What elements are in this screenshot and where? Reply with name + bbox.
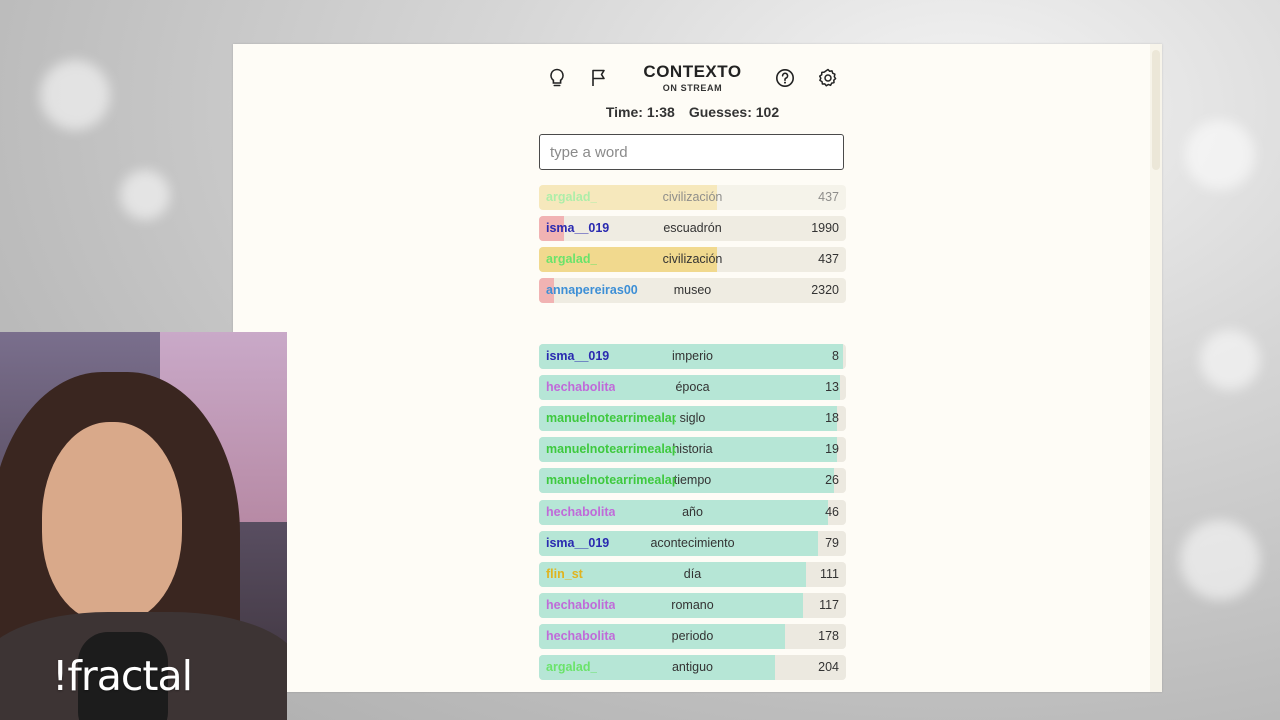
- guess-rank: 8: [832, 349, 839, 363]
- guess-username: manuelnotearrimealapared: [546, 411, 676, 426]
- guess-row: siglomanuelnotearrimealapared18: [539, 406, 846, 432]
- guess-row: antiguo argalad_ 204: [539, 655, 846, 680]
- guess-row: historiamanuelnotearrimealapared19: [539, 437, 846, 463]
- browser-viewport: CONTEXTO ON STREAM Time: 1:38 Guesses: 10…: [233, 44, 1162, 692]
- guess-username: argalad_: [546, 252, 598, 266]
- guess-rank: 46: [825, 504, 839, 519]
- guess-rank: 13: [825, 380, 839, 395]
- title-block: CONTEXTO ON STREAM: [539, 62, 846, 93]
- guess-rank: 117: [819, 597, 839, 612]
- guess-rank: 178: [818, 628, 839, 643]
- guess-username: hechabolita: [546, 380, 616, 395]
- guess-username: isma__019: [546, 535, 610, 550]
- channel-logo: !fractal: [52, 652, 193, 700]
- guess-row: escuadrón isma__019 1990: [539, 216, 846, 241]
- guess-row: tiempomanuelnotearrimealapared26: [539, 468, 846, 494]
- guess-rank: 26: [825, 473, 839, 488]
- contexto-game: CONTEXTO ON STREAM Time: 1:38 Guesses: 10…: [539, 44, 846, 680]
- guess-rank: 18: [825, 411, 839, 426]
- game-title: CONTEXTO: [643, 62, 742, 81]
- help-icon[interactable]: [771, 64, 799, 92]
- scrollbar[interactable]: [1150, 44, 1162, 692]
- time-counter: Time: 1:38: [605, 104, 675, 120]
- guess-row: época hechabolita 13: [539, 375, 846, 401]
- guess-username: argalad_: [546, 190, 598, 204]
- game-stats: Time: 1:38 Guesses: 102: [539, 104, 846, 120]
- guess-rank: 79: [825, 535, 839, 550]
- guess-row: civilización argalad_ 437: [539, 247, 846, 272]
- guess-username: manuelnotearrimealapared: [546, 473, 676, 488]
- guess-username: manuelnotearrimealapared: [546, 442, 676, 457]
- guess-row: romano hechabolita 117: [539, 592, 846, 618]
- guess-rank: 437: [818, 190, 839, 204]
- guess-rank: 19: [825, 442, 839, 457]
- guess-rank: 204: [818, 660, 839, 674]
- game-header: CONTEXTO ON STREAM: [539, 44, 846, 108]
- guess-row: año hechabolita 46: [539, 499, 846, 525]
- guess-username: annapereiras00: [546, 283, 638, 297]
- guess-rank: 1990: [811, 221, 839, 235]
- guess-row: día flin_st 111: [539, 561, 846, 587]
- guess-username: isma__019: [546, 349, 610, 363]
- guess-rank: 111: [819, 566, 839, 581]
- word-input[interactable]: [539, 134, 844, 170]
- guess-username: flin_st: [546, 566, 583, 581]
- guess-row: civilización argalad_ 437: [539, 185, 846, 210]
- guess-username: hechabolita: [546, 597, 616, 612]
- guess-rank: 2320: [811, 283, 839, 297]
- scrollbar-thumb[interactable]: [1152, 50, 1160, 170]
- guess-row: museo annapereiras00 2320: [539, 278, 846, 303]
- guess-row: periodo hechabolita 178: [539, 623, 846, 649]
- guess-word: día: [683, 566, 702, 581]
- guess-rank: 437: [818, 252, 839, 266]
- guess-row: acontecimiento isma__019 79: [539, 530, 846, 556]
- guess-row: imperio isma__019 8: [539, 344, 846, 369]
- gear-icon[interactable]: [814, 64, 842, 92]
- guess-username: argalad_: [546, 660, 598, 674]
- guess-username: isma__019: [546, 221, 610, 235]
- game-subtitle: ON STREAM: [662, 83, 723, 93]
- guess-username: hechabolita: [546, 504, 616, 519]
- guess-username: hechabolita: [546, 628, 616, 643]
- guess-counter: Guesses: 102: [688, 104, 780, 120]
